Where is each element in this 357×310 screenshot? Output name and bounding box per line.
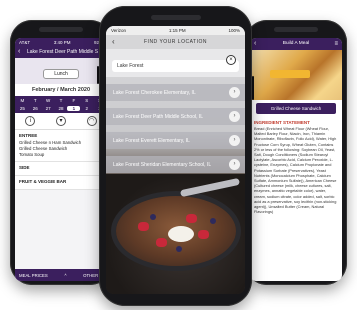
chevron-right-icon[interactable]: › [229, 111, 240, 122]
school-title: Lake Forest Deer Path Middle S [27, 49, 99, 55]
day-button[interactable]: 25 [16, 106, 29, 111]
chevron-right-icon[interactable]: › [229, 135, 240, 146]
back-arrow-icon[interactable]: ‹ [254, 38, 256, 50]
chevron-up-icon[interactable]: ^ [64, 273, 66, 278]
day-letter: T [59, 98, 63, 103]
side-section: SIDE [15, 162, 107, 176]
day-button[interactable]: 28 [55, 106, 68, 111]
spoon-shape [179, 177, 241, 198]
location-result-label: Lake Forest Cherokee Elementary, IL [113, 89, 196, 96]
menu-footer: MEAL PRICES ^ OTHER M [15, 269, 107, 281]
chevron-right-icon[interactable]: › [229, 87, 240, 98]
day-button[interactable]: 27 [42, 106, 55, 111]
location-title: FIND YOUR LOCATION [144, 39, 207, 45]
tray-icon[interactable]: ◠ [86, 116, 97, 126]
clear-search-icon[interactable]: × [226, 55, 236, 65]
location-result[interactable]: Lake Forest Sheridan Elementary School, … [106, 156, 245, 173]
hamburger-menu-icon[interactable]: ≡ [334, 38, 338, 50]
strawberry-shape [138, 222, 149, 231]
day-letter: W [46, 98, 51, 103]
day-button[interactable]: 26 [29, 106, 42, 111]
phone-left: AT&T 3:40 PM 92% ‹ Lake Forest Deer Path… [10, 20, 112, 285]
location-result[interactable]: Lake Forest Everett Elementary, IL › [106, 132, 245, 149]
day-letters: M T W T F S S [15, 96, 107, 105]
month-label: February / March 2020 [15, 84, 107, 96]
build-meal-screen: ‹ Build A Meal ≡ Grilled Cheese Sandwich… [250, 38, 342, 281]
entree-section: ENTREE Grilled Cheese n Ham Sandwich Gri… [15, 130, 107, 162]
sandwich-photo [250, 50, 342, 100]
yogurt-shape [168, 226, 194, 242]
cart-icon[interactable]: ▾ [55, 116, 66, 126]
day-numbers: 25 26 27 28 1 2 3 [15, 105, 107, 113]
location-result[interactable]: Lake Forest Deer Path Middle School, IL … [106, 108, 245, 125]
location-result-label: Lake Forest Deer Path Middle School, IL [113, 113, 204, 120]
battery-label: 100% [228, 28, 240, 33]
status-bar: AT&T 3:40 PM 92% [15, 38, 107, 47]
strawberry-shape [156, 238, 167, 247]
food-background-photo [106, 174, 245, 294]
carrier-label: AT&T [19, 40, 31, 45]
day-letter: S [85, 98, 89, 103]
day-letter: F [72, 98, 76, 103]
back-arrow-icon[interactable]: ‹ [112, 35, 115, 49]
strawberry-shape [198, 230, 209, 239]
blueberry-shape [210, 218, 216, 224]
location-search-input[interactable] [112, 60, 239, 72]
side-items-section: FRUIT & VEGGIE BAR [15, 176, 107, 190]
bowl-illustration [116, 196, 236, 266]
day-letter: T [33, 98, 37, 103]
status-time: 1:15 PM [168, 28, 186, 33]
meal-icons-row: i ▾ ◠ [15, 113, 107, 130]
location-screen: Verizon 1:15 PM 100% ‹ FIND YOUR LOCATIO… [106, 26, 245, 294]
location-result-label: Lake Forest Sheridan Elementary School, … [113, 161, 212, 168]
entree-header: ENTREE [19, 133, 38, 138]
status-bar: Verizon 1:15 PM 100% [106, 26, 245, 35]
meal-selector-button[interactable]: Lunch [43, 69, 79, 79]
build-meal-title: Build A Meal [282, 41, 310, 46]
phone-right: ‹ Build A Meal ≡ Grilled Cheese Sandwich… [245, 20, 347, 285]
phone-center: Verizon 1:15 PM 100% ‹ FIND YOUR LOCATIO… [97, 6, 254, 306]
power-button [252, 76, 254, 100]
phone-speaker [274, 27, 318, 32]
info-icon[interactable]: i [25, 116, 36, 126]
carrier-label: Verizon [111, 28, 127, 33]
item-name: Grilled Cheese Sandwich [256, 103, 336, 114]
menu-screen: AT&T 3:40 PM 92% ‹ Lake Forest Deer Path… [15, 38, 107, 281]
blueberry-shape [176, 246, 182, 252]
location-header: ‹ FIND YOUR LOCATION [106, 35, 245, 49]
day-button[interactable]: 2 [80, 106, 93, 111]
menu-item[interactable]: FRUIT & VEGGIE BAR [19, 179, 103, 184]
phone-speaker [39, 27, 83, 32]
build-meal-header: ‹ Build A Meal ≡ [250, 38, 342, 50]
meal-prices-tab[interactable]: MEAL PRICES [19, 273, 48, 278]
ingredient-header: INGREDIENT STATEMENT [254, 120, 310, 125]
menu-item[interactable]: Tomato Soup [19, 152, 103, 158]
volume-button [97, 66, 99, 84]
blueberry-shape [150, 214, 156, 220]
chevron-right-icon[interactable]: › [229, 159, 240, 170]
search-bar: × [106, 49, 245, 77]
side-header: SIDE [19, 165, 30, 170]
menu-header: AT&T 3:40 PM 92% ‹ Lake Forest Deer Path… [15, 38, 107, 58]
back-arrow-icon[interactable]: ‹ [18, 48, 20, 55]
location-result[interactable]: Lake Forest Cherokee Elementary, IL › [106, 84, 245, 101]
status-time: 3:40 PM [53, 40, 71, 45]
strawberry-shape [186, 214, 197, 223]
ingredient-text: Bread (Enriched Wheat Flour (Wheat Flour… [254, 126, 337, 215]
phone-speaker [150, 15, 201, 20]
day-button-selected[interactable]: 1 [67, 106, 81, 111]
location-result-label: Lake Forest Everett Elementary, IL [113, 137, 190, 144]
day-letter: M [20, 98, 25, 103]
meal-selector-row: Lunch [15, 58, 107, 84]
